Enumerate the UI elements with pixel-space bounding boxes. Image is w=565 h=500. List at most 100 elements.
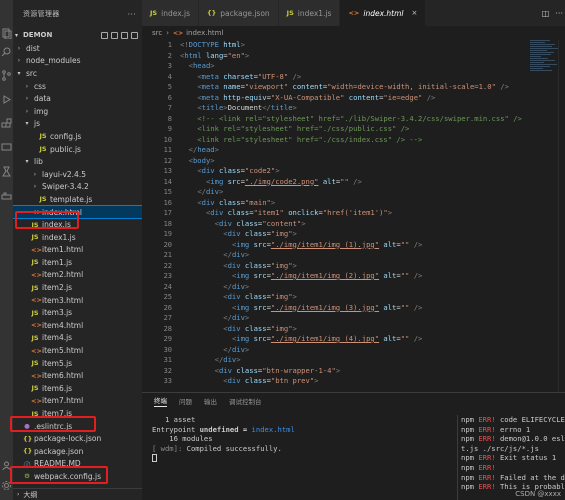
refresh-icon[interactable]: [121, 31, 128, 39]
code-line[interactable]: </div>: [180, 345, 530, 356]
code-line[interactable]: <meta charset="UTF-8" />: [180, 72, 530, 83]
file-item[interactable]: JS item2.js: [13, 281, 142, 294]
folder-item[interactable]: › css: [13, 80, 142, 93]
folder-item[interactable]: › img: [13, 105, 142, 118]
tab-package-json[interactable]: {} package.json: [199, 0, 279, 26]
panel-tab[interactable]: 调试控制台: [229, 396, 262, 406]
code-line[interactable]: <img src="./img/item1/img (4).jpg" alt="…: [180, 334, 530, 345]
tab-index-js[interactable]: JS index.js: [142, 0, 200, 26]
test-icon[interactable]: [1, 166, 12, 177]
split-editor-icon[interactable]: ◫: [542, 9, 550, 18]
file-item[interactable]: <> item4.html: [13, 319, 142, 332]
terminal-output[interactable]: 1 asset Entrypoint undefined = index.html…: [152, 415, 447, 463]
folder-item[interactable]: › Swiper-3.4.2: [13, 181, 142, 194]
code-line[interactable]: <meta name="viewport" content="width=dev…: [180, 82, 530, 93]
more-actions-icon[interactable]: ···: [555, 9, 563, 18]
files-icon[interactable]: [1, 28, 12, 39]
code-line[interactable]: <meta http-equiv="X-UA-Compatible" conte…: [180, 93, 530, 104]
file-item[interactable]: <> item3.html: [13, 294, 142, 307]
file-item[interactable]: {} package-lock.json: [13, 432, 142, 445]
docker-icon[interactable]: [1, 190, 12, 201]
code-line[interactable]: <head>: [180, 61, 530, 72]
code-line[interactable]: </div>: [180, 187, 530, 198]
terminal-cursor[interactable]: [152, 453, 447, 463]
code-line[interactable]: <html lang="en">: [180, 51, 530, 62]
code-line[interactable]: <link rel="stylesheet" href="./css/index…: [180, 135, 530, 146]
tab-index-html[interactable]: <> index.html ×: [340, 0, 427, 26]
file-item[interactable]: JS template.js: [13, 193, 142, 206]
minimap[interactable]: [530, 40, 558, 100]
extensions-icon[interactable]: [1, 118, 12, 129]
file-item[interactable]: <> item6.html: [13, 369, 142, 382]
file-item[interactable]: JS index.js: [13, 218, 142, 231]
code-line[interactable]: <title>Document</title>: [180, 103, 530, 114]
new-file-icon[interactable]: [101, 31, 108, 39]
code-line[interactable]: <div class="content">: [180, 219, 530, 230]
file-item[interactable]: ⓘ README.MD: [13, 458, 142, 471]
code-line[interactable]: </head>: [180, 145, 530, 156]
code-line[interactable]: <div class="img">: [180, 292, 530, 303]
code-line[interactable]: </div>: [180, 355, 530, 366]
account-icon[interactable]: [1, 460, 12, 471]
file-item[interactable]: JS item7.js: [13, 407, 142, 420]
folder-item[interactable]: › node_modules: [13, 55, 142, 68]
breadcrumb-folder[interactable]: src: [152, 29, 162, 37]
code-line[interactable]: <img src="./img/code2.png" alt="" />: [180, 177, 530, 188]
search-icon[interactable]: [1, 46, 12, 57]
folder-item[interactable]: ▾ lib: [13, 155, 142, 168]
code-line[interactable]: <div class="img">: [180, 229, 530, 240]
folder-item[interactable]: › data: [13, 92, 142, 105]
folder-item[interactable]: ▾ src: [13, 67, 142, 80]
code-line[interactable]: <div class="main">: [180, 198, 530, 209]
source-control-icon[interactable]: [1, 70, 12, 81]
file-item[interactable]: JS item4.js: [13, 332, 142, 345]
file-item[interactable]: JS item3.js: [13, 306, 142, 319]
folder-item[interactable]: ▾ js: [13, 118, 142, 131]
file-item[interactable]: JS public.js: [13, 143, 142, 156]
file-item[interactable]: JS item1.js: [13, 256, 142, 269]
file-item[interactable]: <> item2.html: [13, 269, 142, 282]
run-debug-icon[interactable]: [1, 94, 12, 105]
terminal-output-secondary[interactable]: npm ERR! code ELIFECYCLE npm ERR! errno 1…: [457, 415, 565, 500]
file-item[interactable]: JS item6.js: [13, 382, 142, 395]
outline-section[interactable]: › 大纲: [13, 488, 142, 500]
new-folder-icon[interactable]: [111, 31, 118, 39]
code-line[interactable]: <div class="img">: [180, 261, 530, 272]
file-item[interactable]: JS config.js: [13, 130, 142, 143]
file-item[interactable]: <> item1.html: [13, 244, 142, 257]
breadcrumb-file[interactable]: index.html: [186, 29, 223, 37]
code-line[interactable]: <div class="code2">: [180, 166, 530, 177]
code-line[interactable]: <body>: [180, 156, 530, 167]
code-line[interactable]: <div class="btn-wrapper-1-4">: [180, 366, 530, 377]
code-line[interactable]: </div>: [180, 282, 530, 293]
close-icon[interactable]: ×: [411, 9, 417, 17]
panel-tab[interactable]: 问题: [179, 396, 192, 406]
code-line[interactable]: </div>: [180, 250, 530, 261]
tab-index1-js[interactable]: JS index1.js: [278, 0, 341, 26]
panel-tab[interactable]: 输出: [204, 396, 217, 406]
file-item[interactable]: JS index1.js: [13, 231, 142, 244]
code-line[interactable]: <!DOCTYPE html>: [180, 40, 530, 51]
code-area[interactable]: <!DOCTYPE html> <html lang="en"> <head> <…: [180, 40, 530, 387]
code-line[interactable]: <div class="item1" onclick="href('item1'…: [180, 208, 530, 219]
code-line[interactable]: <link rel="stylesheet" href="./css/publi…: [180, 124, 530, 135]
code-line[interactable]: <!-- <link rel="stylesheet" href="./lib/…: [180, 114, 530, 125]
settings-icon[interactable]: [1, 480, 12, 491]
panel-tab[interactable]: 终端: [154, 395, 167, 407]
file-item[interactable]: <> item7.html: [13, 395, 142, 408]
file-item[interactable]: {} package.json: [13, 445, 142, 458]
folder-item[interactable]: › dist: [13, 42, 142, 55]
file-item[interactable]: JS item5.js: [13, 357, 142, 370]
code-line[interactable]: <img src="./img/item1/img (1).jpg" alt="…: [180, 240, 530, 251]
folder-item[interactable]: › layui-v2.4.5: [13, 168, 142, 181]
vertical-scrollbar[interactable]: [558, 40, 565, 392]
collapse-all-icon[interactable]: [131, 31, 138, 39]
project-section[interactable]: ▾ DEMON: [13, 28, 142, 42]
code-editor[interactable]: 1 2 3 4 5 6 7 8 9 10 11 12 13 14 15 16 17 18 19 20 21 22 23 24 2…: [142, 40, 530, 392]
code-line[interactable]: <img src="./img/item1/img (2).jpg" alt="…: [180, 271, 530, 282]
more-actions-icon[interactable]: ···: [127, 10, 136, 19]
code-line[interactable]: <div class="img">: [180, 324, 530, 335]
remote-icon[interactable]: [1, 142, 12, 153]
file-item[interactable]: ⚙ webpack.config.js: [13, 470, 142, 483]
code-line[interactable]: <div class="btn prev">: [180, 376, 530, 387]
